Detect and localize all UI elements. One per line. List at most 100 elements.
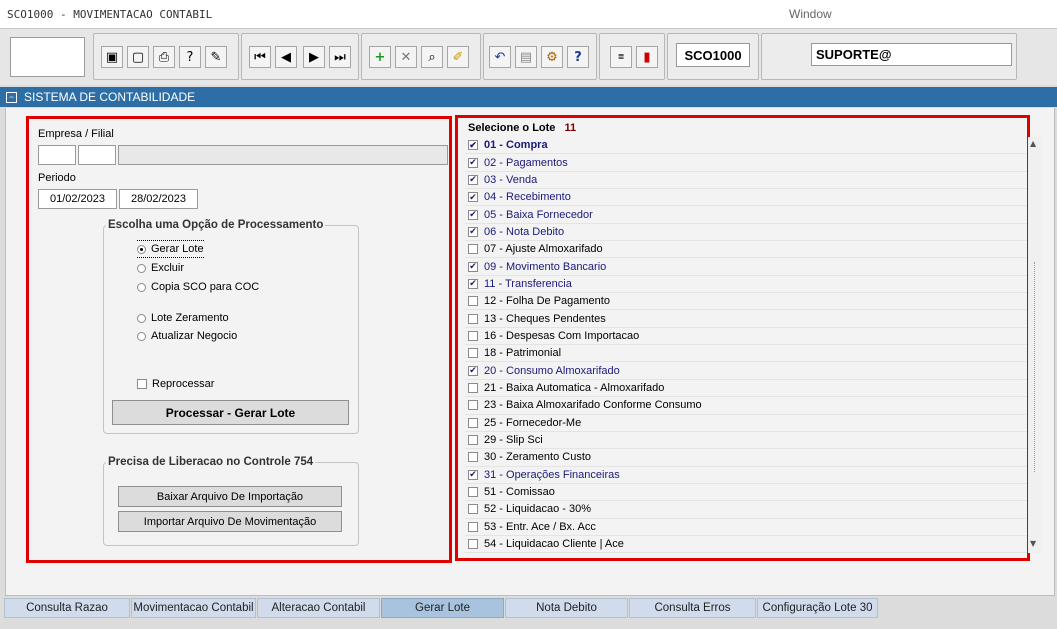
lote-item-label: 30 - Zeramento Custo [484, 451, 591, 464]
lote-item[interactable]: ✔ 31 - Operações Financeiras [465, 467, 1027, 484]
reprocessar-checkbox[interactable]: Reprocessar [137, 378, 214, 390]
clear-icon[interactable]: ✐ [447, 46, 469, 68]
previous-record-icon[interactable]: ◀ [275, 46, 297, 68]
query-icon[interactable]: ⌕ [421, 46, 443, 68]
unchecked-checkbox-icon[interactable] [468, 330, 478, 341]
checked-checkbox-icon[interactable]: ✔ [468, 365, 478, 376]
lote-item[interactable]: 18 - Patrimonial [465, 345, 1027, 363]
lote-item[interactable]: 51 - Comissao [465, 484, 1027, 502]
checked-checkbox-icon[interactable]: ✔ [468, 209, 478, 220]
unchecked-checkbox-icon[interactable] [468, 435, 478, 446]
date-to-input[interactable]: 28/02/2023 [119, 189, 198, 209]
baixar-arquivo-button[interactable]: Baixar Arquivo De Importação [118, 486, 342, 507]
tab-alteracao-contabil[interactable]: Alteracao Contabil [257, 598, 380, 618]
title-bar: SCO1000 - MOVIMENTACAO CONTABIL Window [0, 0, 1057, 29]
filial-code-input[interactable] [78, 145, 116, 165]
checked-checkbox-icon[interactable]: ✔ [468, 261, 478, 272]
window-menu[interactable]: Window [789, 7, 832, 21]
scroll-up-icon[interactable]: ▲ [1030, 139, 1036, 148]
radio-gerar-lote[interactable]: Gerar Lote [137, 240, 204, 258]
unchecked-checkbox-icon[interactable] [468, 452, 478, 463]
lote-item[interactable]: 25 - Fornecedor-Me [465, 415, 1027, 432]
lote-item[interactable]: 12 - Folha De Pagamento [465, 293, 1027, 311]
lote-list-scrollbar[interactable]: ▲ ▼ [1028, 137, 1042, 553]
radio-lote-zeramento[interactable]: Lote Zeramento [137, 312, 229, 324]
menu-icon[interactable]: ≣ [610, 46, 632, 68]
checked-checkbox-icon[interactable]: ✔ [468, 278, 478, 289]
tab-configuracao-lote-30[interactable]: Configuração Lote 30 [757, 598, 878, 618]
first-record-icon[interactable]: ⏮ [249, 46, 271, 68]
checked-checkbox-icon[interactable]: ✔ [468, 140, 478, 151]
unchecked-checkbox-icon[interactable] [468, 417, 478, 428]
unchecked-checkbox-icon[interactable] [468, 400, 478, 411]
tab-nota-debito[interactable]: Nota Debito [505, 598, 628, 618]
checked-checkbox-icon[interactable]: ✔ [468, 157, 478, 168]
lote-item[interactable]: 29 - Slip Sci [465, 432, 1027, 450]
print-icon[interactable]: ⎙ [153, 46, 175, 68]
lote-item[interactable]: 13 - Cheques Pendentes [465, 310, 1027, 328]
unchecked-checkbox-icon[interactable] [468, 539, 478, 550]
lote-item-label: 54 - Liquidacao Cliente | Ace [484, 538, 624, 551]
lote-item[interactable]: 23 - Baixa Almoxarifado Conforme Consumo [465, 397, 1027, 415]
help-icon[interactable]: ? [567, 46, 589, 68]
lote-item[interactable]: 52 - Liquidacao - 30% [465, 501, 1027, 519]
importar-arquivo-button[interactable]: Importar Arquivo De Movimentação [118, 511, 342, 532]
radio-copia-sco-coc[interactable]: Copia SCO para COC [137, 281, 259, 293]
unchecked-checkbox-icon[interactable] [468, 487, 478, 498]
radio-excluir[interactable]: Excluir [137, 262, 184, 274]
lote-item[interactable]: ✔ 11 - Transferencia [465, 276, 1027, 294]
next-record-icon[interactable]: ▶ [303, 46, 325, 68]
tools-icon[interactable]: ⚙ [541, 46, 563, 68]
tab-movimentacao-contabil[interactable]: Movimentacao Contabil [131, 598, 256, 618]
unchecked-checkbox-icon[interactable] [468, 244, 478, 255]
lote-item[interactable]: ✔ 03 - Venda [465, 172, 1027, 190]
empresa-code-input[interactable] [38, 145, 76, 165]
insert-record-icon[interactable]: + [369, 46, 391, 68]
checked-checkbox-icon[interactable]: ✔ [468, 226, 478, 237]
lote-item[interactable]: ✔ 05 - Baixa Fornecedor [465, 206, 1027, 224]
tab-gerar-lote[interactable]: Gerar Lote [381, 598, 504, 618]
date-from-input[interactable]: 01/02/2023 [38, 189, 117, 209]
lote-item[interactable]: 16 - Despesas Com Importacao [465, 328, 1027, 346]
unchecked-checkbox-icon[interactable] [468, 382, 478, 393]
checked-checkbox-icon[interactable]: ✔ [468, 192, 478, 203]
clipboard-icon[interactable]: ▤ [515, 46, 537, 68]
lote-item[interactable]: 07 - Ajuste Almoxarifado [465, 241, 1027, 259]
lote-item-label: 01 - Compra [484, 139, 548, 152]
lote-item-label: 09 - Movimento Bancario [484, 260, 607, 273]
lote-item[interactable]: 53 - Entr. Ace / Bx. Acc [465, 519, 1027, 536]
lote-item-label: 12 - Folha De Pagamento [484, 295, 610, 308]
radio-label: Gerar Lote [151, 243, 204, 255]
help-query-icon[interactable]: ? [179, 46, 201, 68]
lote-item[interactable]: 30 - Zeramento Custo [465, 449, 1027, 467]
unchecked-checkbox-icon[interactable] [468, 348, 478, 359]
edit-icon[interactable]: ✎ [205, 46, 227, 68]
last-record-icon[interactable]: ⏭ [329, 46, 351, 68]
tab-consulta-erros[interactable]: Consulta Erros [629, 598, 756, 618]
delete-record-icon[interactable]: ✕ [395, 46, 417, 68]
lote-item[interactable]: ✔ 06 - Nota Debito [465, 224, 1027, 242]
lote-item[interactable]: ✔ 01 - Compra [465, 137, 1027, 155]
unchecked-checkbox-icon[interactable] [468, 296, 478, 307]
print-preview-icon[interactable]: ▢ [127, 46, 149, 68]
lote-item[interactable]: ✔ 20 - Consumo Almoxarifado [465, 362, 1027, 380]
radio-atualizar-negocio[interactable]: Atualizar Negocio [137, 330, 237, 342]
tab-consulta-razao[interactable]: Consulta Razao [4, 598, 130, 618]
scroll-down-icon[interactable]: ▼ [1030, 539, 1036, 548]
undo-icon[interactable]: ↶ [489, 46, 511, 68]
checked-checkbox-icon[interactable]: ✔ [468, 174, 478, 185]
unchecked-checkbox-icon[interactable] [468, 504, 478, 515]
scroll-thumb[interactable] [1034, 262, 1036, 472]
exit-icon[interactable]: ▮ [636, 46, 658, 68]
lote-item[interactable]: ✔ 09 - Movimento Bancario [465, 258, 1027, 276]
lote-item[interactable]: ✔ 02 - Pagamentos [465, 154, 1027, 172]
processing-options-title: Escolha uma Opção de Processamento [106, 219, 326, 231]
checked-checkbox-icon[interactable]: ✔ [468, 469, 478, 480]
lote-item[interactable]: ✔ 04 - Recebimento [465, 189, 1027, 207]
process-button[interactable]: Processar - Gerar Lote [112, 400, 349, 425]
save-icon[interactable]: ▣ [101, 46, 123, 68]
lote-item[interactable]: 54 - Liquidacao Cliente | Ace [465, 536, 1027, 554]
unchecked-checkbox-icon[interactable] [468, 521, 478, 532]
unchecked-checkbox-icon[interactable] [468, 313, 478, 324]
lote-item[interactable]: 21 - Baixa Automatica - Almoxarifado [465, 380, 1027, 398]
